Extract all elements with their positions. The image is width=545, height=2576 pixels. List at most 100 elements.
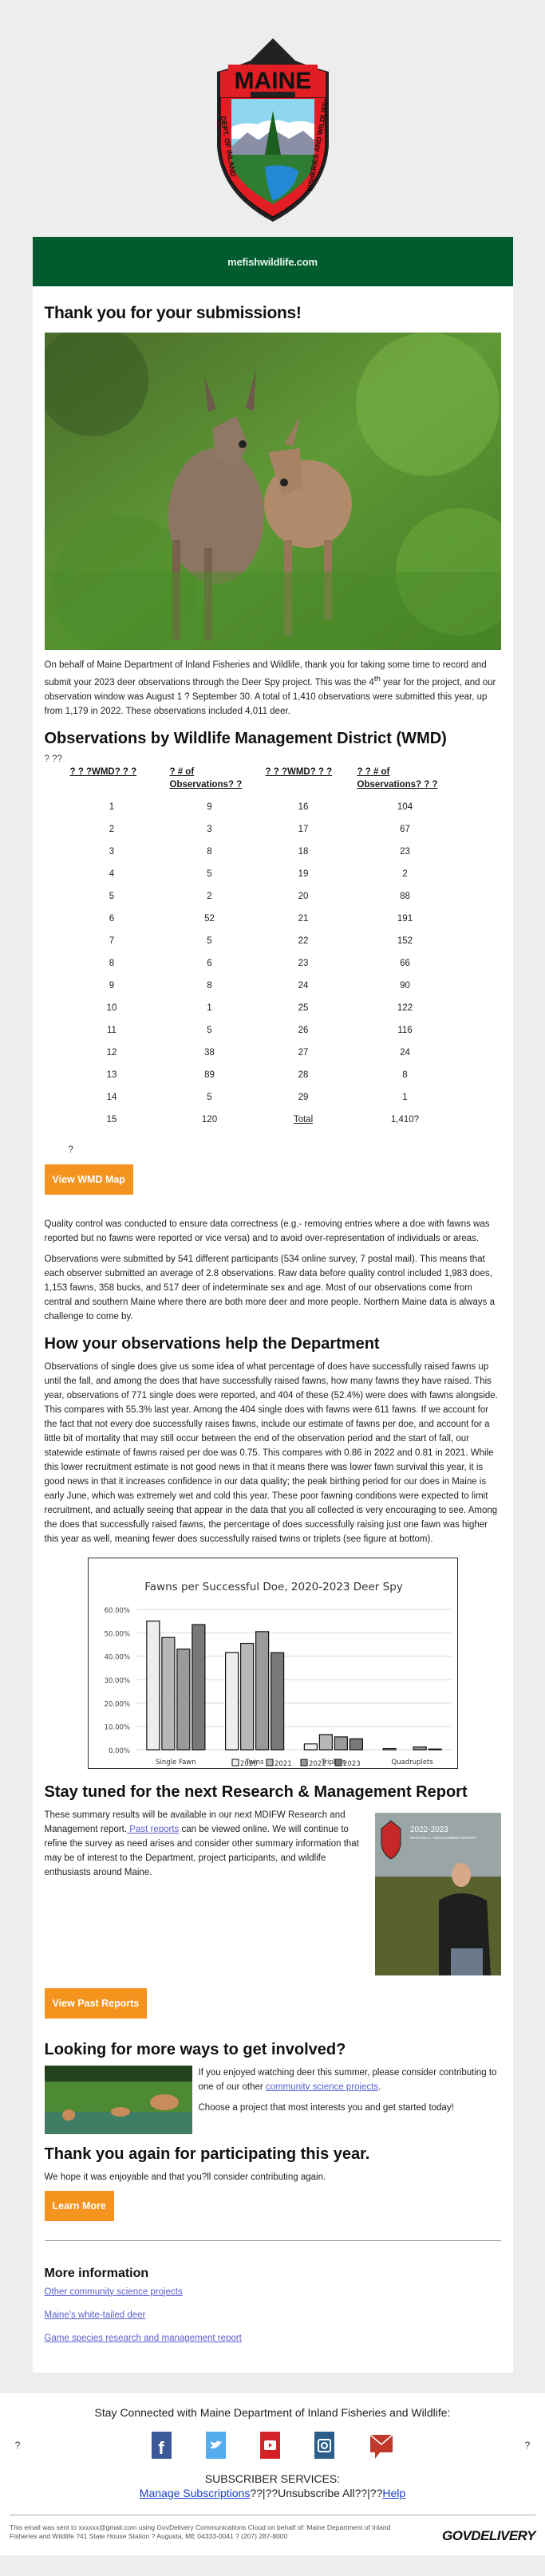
wmd-cell: 5	[109, 891, 115, 901]
wmd-cell: 5	[207, 1025, 212, 1035]
bar-2020-triplets	[303, 1743, 318, 1751]
link-game-species-report[interactable]: Game species research and management rep…	[45, 2334, 501, 2343]
wmd-cell: 191	[397, 913, 413, 924]
col-observations-2: ? ? # of Observations? ? ?	[357, 766, 438, 790]
help-link[interactable]: Help	[382, 2487, 405, 2499]
left-mark: ?	[14, 2439, 21, 2451]
wmd-cell: 2	[109, 824, 115, 834]
legend-label: 2020	[240, 1760, 258, 1768]
email-body: mefishwildlife.com Thank you for your su…	[32, 237, 513, 2373]
wmd-cell: 25	[298, 1002, 309, 1013]
twitter-icon[interactable]	[205, 2431, 226, 2459]
y-tick-label: 60.00%	[104, 1607, 129, 1615]
legend-swatch-2020	[231, 1759, 239, 1767]
wmd-cell: 7	[109, 935, 115, 946]
bar-2021-single-fawn	[160, 1637, 175, 1751]
wmd-table-header: ? ? ?WMD? ? ? ? # of Observations? ? ? ?…	[62, 764, 461, 796]
wmd-cell: 67	[400, 824, 410, 834]
wmd-cell: 26	[298, 1025, 309, 1035]
report-paragraph: These summary results will be available …	[45, 1808, 360, 1880]
bar-2020-twins	[224, 1652, 239, 1751]
wmd-cell: 8	[207, 846, 212, 857]
link-other-community-science[interactable]: Other community science projects	[45, 2287, 501, 2297]
wmd-cell: 17	[298, 824, 309, 834]
report-cover-image: 2022-2023 RESEARCH + MANAGEMENT REPORT	[374, 1812, 501, 1975]
instagram-icon[interactable]	[314, 2431, 334, 2459]
bar-2022-triplets	[334, 1736, 348, 1751]
bar-2021-triplets	[318, 1734, 333, 1751]
subscriber-services: SUBSCRIBER SERVICES: Manage Subscription…	[0, 2472, 545, 2500]
report-title: Stay tuned for the next Research & Manag…	[44, 1782, 468, 1801]
wmd-cell: 152	[397, 935, 413, 946]
wmd-table-row: 2 3 17 67	[62, 818, 461, 841]
involved-paragraph: If you enjoyed watching deer this summer…	[199, 2066, 501, 2094]
wmd-cell: 9	[109, 980, 115, 991]
fawns-chart-svg: Fawns per Successful Doe, 2020-2023 Deer…	[104, 1581, 452, 1768]
community-science-link[interactable]: community science projects	[266, 2082, 378, 2092]
hero-deer-photo	[44, 333, 501, 650]
wmd-title: Observations by Wildlife Management Dist…	[44, 729, 447, 747]
y-tick-label: 10.00%	[104, 1723, 129, 1731]
wmd-table: ? ? ?WMD? ? ? ? # of Observations? ? ? ?…	[62, 764, 461, 1131]
more-info-title: More information	[44, 2266, 149, 2280]
legend-label: 2022	[309, 1760, 326, 1768]
unsubscribe-all-link[interactable]: ??|??Unsubscribe All??|??	[250, 2487, 382, 2499]
bar-2023-triplets	[349, 1738, 363, 1751]
view-wmd-map-button[interactable]: View WMD Map	[44, 1164, 133, 1195]
thanks-title: Thank you again for participating this y…	[44, 2145, 370, 2163]
wmd-cell: 20	[298, 891, 309, 901]
report-cover-year: 2022-2023	[410, 1826, 448, 1834]
wmd-cell: 10	[106, 1002, 117, 1013]
wmd-cell: 8	[402, 1069, 408, 1080]
manage-subscriptions-link[interactable]: Manage Subscriptions	[140, 2487, 251, 2499]
wmd-cell: 15	[106, 1114, 117, 1125]
email-icon[interactable]	[369, 2430, 394, 2460]
bar-2023-single-fawn	[191, 1624, 205, 1751]
help-paragraph: Observations of single does give us some…	[44, 1361, 498, 1544]
wmd-cell: Total	[293, 1114, 314, 1125]
wmd-cell: 89	[204, 1069, 215, 1080]
bar-2022-quadruplets	[413, 1746, 427, 1751]
wmd-table-row: 10 1 25 122	[62, 997, 461, 1019]
wmd-cell: 88	[400, 891, 410, 901]
wmd-cell: 122	[397, 1002, 413, 1013]
thanks-text: We hope it was enjoyable and that you?ll…	[44, 2172, 326, 2182]
svg-text:f: f	[158, 2438, 164, 2458]
mdifw-logo[interactable]: MAINE DEPT. OF INLAND FISHERIES AND WILD…	[209, 27, 337, 223]
govdelivery-logo[interactable]: GOVDELIVERY	[442, 2528, 536, 2544]
bar-2021-twins	[239, 1642, 254, 1751]
wmd-table-row: 9 8 24 90	[62, 975, 461, 997]
bar-2023-twins	[270, 1652, 284, 1751]
footer: Stay Connected with Maine Department of …	[0, 2393, 545, 2555]
wmd-cell: 116	[397, 1025, 413, 1035]
wmd-cell: 27	[298, 1047, 309, 1058]
chart-title: Fawns per Successful Doe, 2020-2023 Deer…	[144, 1581, 403, 1593]
wmd-cell: 120	[201, 1114, 218, 1125]
wmd-cell: 29	[298, 1092, 309, 1102]
quality-paragraph-1: Quality control was conducted to ensure …	[44, 1219, 490, 1243]
divider	[44, 2239, 501, 2241]
learn-more-button[interactable]: Learn More	[44, 2190, 114, 2221]
logo-title: MAINE	[234, 68, 311, 94]
facebook-icon[interactable]: f	[151, 2431, 172, 2459]
legend-swatch-2022	[300, 1759, 307, 1767]
bar-2020-quadruplets	[382, 1747, 397, 1751]
x-tick-label: Quadruplets	[391, 1759, 433, 1767]
wmd-table-row: 7 5 22 152	[62, 930, 461, 952]
wmd-cell: 22	[298, 935, 309, 946]
wmd-table-row: 6 52 21 191	[62, 908, 461, 930]
website-link[interactable]: mefishwildlife.com	[227, 256, 318, 268]
youtube-icon[interactable]	[259, 2431, 280, 2459]
intro-sup: th	[373, 675, 381, 683]
link-white-tailed-deer[interactable]: Maine's white-tailed deer	[45, 2310, 501, 2320]
involved-title: Looking for more ways to get involved?	[44, 2040, 346, 2058]
intro-title: Thank you for your submissions!	[44, 304, 302, 322]
past-reports-link[interactable]: Past reports	[127, 1825, 179, 1834]
wmd-table-row: 8 6 23 66	[62, 952, 461, 975]
wmd-cell: 3	[109, 846, 115, 857]
wmd-cell: 12	[106, 1047, 117, 1058]
wmd-cell: 4	[109, 869, 115, 879]
view-past-reports-button[interactable]: View Past Reports	[44, 1987, 148, 2019]
wmd-trailing-mark: ?	[68, 1144, 73, 1155]
y-tick-label: 50.00%	[104, 1630, 129, 1638]
